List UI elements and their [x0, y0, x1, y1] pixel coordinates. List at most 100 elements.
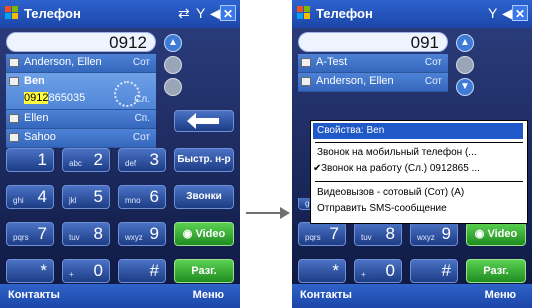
softkey-bar: Контакты Меню: [0, 284, 240, 308]
key-6[interactable]: mno 6: [118, 185, 166, 209]
scroll-up-icon[interactable]: ▲: [164, 34, 182, 52]
context-menu: Свойства: Ben Звонок на мобильный телефо…: [310, 120, 528, 224]
video-label: Video: [195, 228, 226, 240]
windows-start-icon[interactable]: [296, 5, 312, 21]
phone-screen-before: Телефон ⇄ Y ◀ ✕ 0912 ▲ Anderson, Ellen С…: [0, 0, 240, 308]
scroll-button[interactable]: [164, 56, 182, 74]
phone-type: Сот: [132, 57, 150, 68]
scroll-button[interactable]: [456, 56, 474, 74]
title-bar: Телефон ⇄ Y ◀ ✕: [0, 0, 240, 28]
key-5[interactable]: jkl 5: [62, 185, 110, 209]
key-0[interactable]: +0: [354, 259, 402, 283]
menu-separator: [315, 142, 523, 143]
windows-start-icon[interactable]: [4, 5, 20, 21]
key-8[interactable]: tuv 8: [354, 222, 402, 246]
scroll-button[interactable]: [164, 78, 182, 96]
scroll-down-icon[interactable]: ▼: [456, 78, 474, 96]
key-7[interactable]: pqrs 7: [298, 222, 346, 246]
transition-arrow: [246, 212, 282, 214]
backspace-arrow-icon: [187, 113, 219, 129]
list-item[interactable]: Anderson, Ellen Сот: [6, 54, 156, 73]
key-3[interactable]: def 3: [118, 148, 166, 172]
contacts-softkey[interactable]: Контакты: [8, 289, 60, 301]
softkey-bar: Контакты Меню: [292, 284, 532, 308]
video-call-button[interactable]: ◉ Video: [466, 222, 526, 246]
signal-icon[interactable]: Y: [488, 5, 497, 21]
dialer-body: 091 ▲ ▼ A-Test Сот Anderson, Ellen Сот g…: [292, 28, 532, 284]
contact-card-icon: [9, 133, 19, 142]
contact-card-icon: [301, 77, 311, 86]
key-0[interactable]: +0: [62, 259, 110, 283]
key-hash[interactable]: #: [410, 259, 458, 283]
menu-softkey[interactable]: Меню: [193, 289, 224, 301]
app-title: Телефон: [24, 6, 81, 21]
menu-item-call-work[interactable]: ✔ Звонок на работу (Сл.) 0912865 ...: [313, 163, 480, 174]
key-8[interactable]: tuv 8: [62, 222, 110, 246]
menu-item-call-mobile[interactable]: Звонок на мобильный телефон (...: [317, 147, 477, 158]
contact-card-icon: [9, 58, 19, 67]
title-bar: Телефон Y ◀ ✕: [292, 0, 532, 28]
list-item[interactable]: Ellen Сп.: [6, 110, 156, 129]
talk-button[interactable]: Разг.: [174, 259, 234, 283]
contact-name: Anderson, Ellen: [24, 56, 102, 68]
contact-card-icon: [301, 58, 311, 67]
key-star[interactable]: *: [6, 259, 54, 283]
key-4[interactable]: ghi 4: [6, 185, 54, 209]
contact-match-list: Anderson, Ellen Сот Ben 0912865035 Сл. E…: [6, 54, 156, 148]
contact-name: Anderson, Ellen: [316, 75, 394, 87]
dial-number-field[interactable]: 091: [298, 32, 448, 52]
phone-type: Сот: [424, 57, 442, 68]
connectivity-icon[interactable]: ⇄: [178, 5, 190, 21]
menu-item-send-sms[interactable]: Отправить SMS-сообщение: [317, 203, 447, 214]
list-item[interactable]: A-Test Сот: [298, 54, 448, 73]
contact-match-list: A-Test Сот Anderson, Ellen Сот: [298, 54, 448, 92]
contact-name: A-Test: [316, 56, 348, 68]
talk-button[interactable]: Разг.: [466, 259, 526, 283]
list-item[interactable]: Sahoo Сот: [6, 129, 156, 148]
contact-name: Ben: [24, 75, 45, 87]
app-title: Телефон: [316, 6, 373, 21]
dial-number: 091: [410, 33, 439, 52]
video-label: Video: [487, 228, 518, 240]
dial-number: 0912: [109, 33, 147, 52]
key-hash[interactable]: #: [118, 259, 166, 283]
dialer-body: 0912 ▲ Anderson, Ellen Сот Ben 091286503…: [0, 28, 240, 284]
menu-item-label: Звонок на работу (Сл.) 0912865 ...: [321, 163, 480, 174]
menu-header-properties[interactable]: Свойства: Ben: [313, 123, 523, 139]
matched-digits: 0912: [24, 92, 49, 104]
phone-screen-after: Телефон Y ◀ ✕ 091 ▲ ▼ A-Test Сот Anderso…: [292, 0, 532, 308]
call-history-button[interactable]: Звонки: [174, 185, 234, 209]
key-9[interactable]: wxyz 9: [118, 222, 166, 246]
key-9[interactable]: wxyz 9: [410, 222, 458, 246]
list-item[interactable]: Anderson, Ellen Сот: [298, 73, 448, 92]
arrow-head-icon: [280, 207, 290, 219]
contact-number: 0912865035: [24, 92, 85, 104]
menu-separator: [315, 181, 523, 182]
menu-softkey[interactable]: Меню: [485, 289, 516, 301]
video-camera-icon: ◉: [182, 228, 193, 240]
key-star[interactable]: *: [298, 259, 346, 283]
scroll-up-icon[interactable]: ▲: [456, 34, 474, 52]
phone-type: Сл.: [134, 94, 150, 105]
contact-card-icon: [9, 77, 19, 86]
signal-icon[interactable]: Y: [196, 5, 205, 21]
key-2[interactable]: abc 2: [62, 148, 110, 172]
video-camera-icon: ◉: [474, 228, 485, 240]
close-icon[interactable]: ✕: [220, 5, 236, 21]
contact-name: Ellen: [24, 112, 49, 124]
contacts-softkey[interactable]: Контакты: [300, 289, 352, 301]
key-1[interactable]: 1: [6, 148, 54, 172]
video-call-button[interactable]: ◉ Video: [174, 222, 234, 246]
contact-name: Sahoo: [24, 131, 56, 143]
key-7[interactable]: pqrs 7: [6, 222, 54, 246]
dial-number-field[interactable]: 0912: [6, 32, 156, 52]
checkmark-icon: ✔: [313, 163, 322, 174]
phone-type: Сп.: [134, 113, 150, 124]
speed-dial-button[interactable]: Быстр. н-р: [174, 148, 234, 172]
list-item-selected[interactable]: Ben 0912865035 Сл.: [6, 73, 156, 110]
menu-item-video-call[interactable]: Видеовызов - сотовый (Сот) (А): [317, 187, 464, 198]
phone-type: Сот: [132, 132, 150, 143]
close-icon[interactable]: ✕: [512, 5, 528, 21]
remaining-digits: 865035: [48, 92, 86, 104]
backspace-button[interactable]: [174, 110, 234, 132]
